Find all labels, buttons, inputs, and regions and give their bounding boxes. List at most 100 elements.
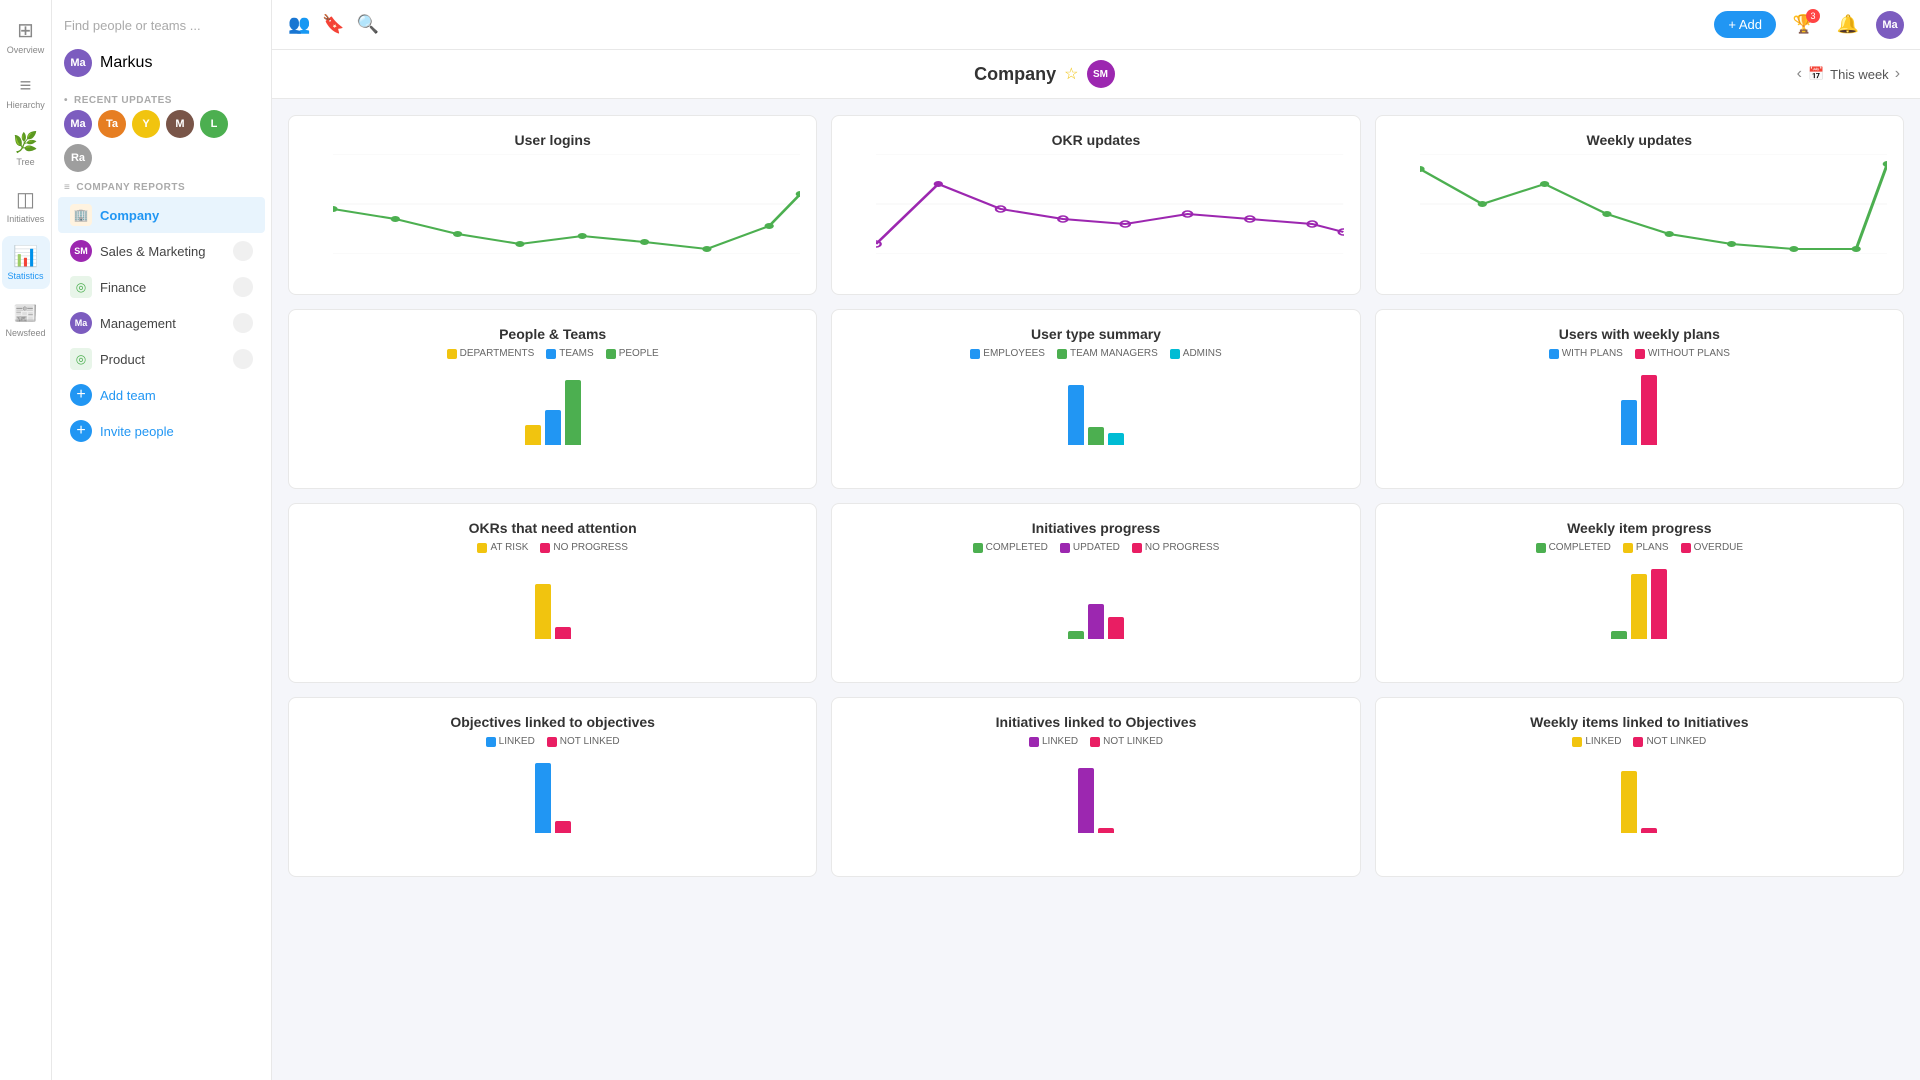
nav-overview[interactable]: ⊞ Overview bbox=[2, 10, 50, 63]
topbar: 👥 🔖 🔍 + Add 🏆 3 🔔 Ma bbox=[272, 0, 1920, 50]
add-button[interactable]: + Add bbox=[1714, 11, 1776, 38]
weekly-updates-title: Weekly updates bbox=[1392, 132, 1887, 148]
star-icon[interactable]: ☆ bbox=[1064, 64, 1078, 84]
topbar-left-icons: 👥 🔖 🔍 bbox=[288, 14, 379, 35]
next-week-button[interactable]: › bbox=[1895, 65, 1900, 83]
sidebar-user: Ma Markus bbox=[52, 41, 271, 85]
objectives-linked-card: Objectives linked to objectives LINKED N… bbox=[288, 697, 817, 877]
invite-people-icon: + bbox=[70, 420, 92, 442]
search-icon[interactable]: 🔍 bbox=[357, 14, 379, 35]
management-avatar: Ma bbox=[70, 312, 92, 334]
weekly-linked-bar bbox=[1621, 771, 1637, 833]
nav-newsfeed-label: Newsfeed bbox=[5, 328, 45, 338]
objectives-linked-title: Objectives linked to objectives bbox=[305, 714, 800, 730]
avatar-ma[interactable]: Ma bbox=[64, 110, 92, 138]
nav-statistics-label: Statistics bbox=[7, 271, 43, 281]
users-weekly-plans-chart bbox=[1392, 369, 1887, 449]
avatar-m[interactable]: M bbox=[166, 110, 194, 138]
sidebar-item-product[interactable]: ◎ Product bbox=[58, 341, 265, 377]
users-weekly-plans-title: Users with weekly plans bbox=[1392, 326, 1887, 342]
nav-newsfeed[interactable]: 📰 Newsfeed bbox=[2, 293, 50, 346]
product-label: Product bbox=[100, 352, 145, 367]
okrs-attention-chart bbox=[305, 563, 800, 643]
sidebar: Find people or teams ... Ma Markus • REC… bbox=[52, 0, 272, 1080]
avatar-y[interactable]: Y bbox=[132, 110, 160, 138]
user-avatar: Ma bbox=[64, 49, 92, 77]
page-title: Company bbox=[974, 64, 1056, 85]
no-progress-bar bbox=[555, 627, 571, 639]
search-input[interactable]: Find people or teams ... bbox=[52, 10, 271, 41]
bookmark-icon[interactable]: 🔖 bbox=[322, 14, 344, 35]
prev-week-button[interactable]: ‹ bbox=[1797, 65, 1802, 83]
add-team-button[interactable]: + Add team bbox=[58, 377, 265, 413]
user-logins-title: User logins bbox=[305, 132, 800, 148]
finance-icon: ◎ bbox=[70, 276, 92, 298]
trophy-button[interactable]: 🏆 3 bbox=[1788, 9, 1820, 41]
nav-initiatives-label: Initiatives bbox=[7, 214, 45, 224]
init-not-linked-bar bbox=[1098, 828, 1114, 833]
statistics-icon: 📊 bbox=[13, 244, 38, 269]
obj-linked-bar bbox=[535, 763, 551, 833]
invite-people-button[interactable]: + Invite people bbox=[58, 413, 265, 449]
with-plans-bar bbox=[1621, 400, 1637, 445]
weekly-item-progress-chart bbox=[1392, 563, 1887, 643]
user-logins-chart bbox=[333, 154, 800, 254]
sidebar-item-management[interactable]: Ma Management bbox=[58, 305, 265, 341]
sidebar-item-sales-marketing[interactable]: SM Sales & Marketing bbox=[58, 233, 265, 269]
user-logins-card: User logins 4924.50 bbox=[288, 115, 817, 295]
initiatives-linked-legend: LINKED NOT LINKED bbox=[848, 736, 1343, 747]
avatar-ta[interactable]: Ta bbox=[98, 110, 126, 138]
calendar-icon: 📅 bbox=[1808, 66, 1824, 82]
company-avatar: SM bbox=[1087, 60, 1115, 88]
okrs-attention-card: OKRs that need attention AT RISK NO PROG… bbox=[288, 503, 817, 683]
at-risk-bar bbox=[535, 584, 551, 639]
initiatives-progress-legend: COMPLETED UPDATED NO PROGRESS bbox=[848, 542, 1343, 553]
sidebar-item-finance[interactable]: ◎ Finance bbox=[58, 269, 265, 305]
weekly-item-progress-card: Weekly item progress COMPLETED PLANS OVE… bbox=[1375, 503, 1904, 683]
avatar-l[interactable]: L bbox=[200, 110, 228, 138]
notifications-button[interactable]: 🔔 bbox=[1832, 9, 1864, 41]
objectives-linked-legend: LINKED NOT LINKED bbox=[305, 736, 800, 747]
people-bar bbox=[565, 380, 581, 445]
initiatives-linked-card: Initiatives linked to Objectives LINKED … bbox=[831, 697, 1360, 877]
company-icon: 🏢 bbox=[70, 204, 92, 226]
initiatives-icon: ◫ bbox=[16, 187, 35, 212]
finance-label: Finance bbox=[100, 280, 146, 295]
weekly-item-progress-legend: COMPLETED PLANS OVERDUE bbox=[1392, 542, 1887, 553]
user-type-legend: EMPLOYEES TEAM MANAGERS ADMINS bbox=[848, 348, 1343, 359]
product-icon: ◎ bbox=[70, 348, 92, 370]
weekly-items-linked-legend: LINKED NOT LINKED bbox=[1392, 736, 1887, 747]
updated-bar bbox=[1088, 604, 1104, 639]
user-type-chart bbox=[848, 369, 1343, 449]
nav-statistics[interactable]: 📊 Statistics bbox=[2, 236, 50, 289]
user-menu-avatar[interactable]: Ma bbox=[1876, 11, 1904, 39]
company-label: Company bbox=[100, 208, 159, 223]
initiatives-progress-card: Initiatives progress COMPLETED UPDATED N… bbox=[831, 503, 1360, 683]
admins-bar bbox=[1108, 433, 1124, 445]
dashboard: User logins 4924.50 bbox=[272, 99, 1920, 1080]
people-teams-card: People & Teams DEPARTMENTS TEAMS PEOPLE bbox=[288, 309, 817, 489]
nav-hierarchy-label: Hierarchy bbox=[6, 100, 45, 110]
nav-initiatives[interactable]: ◫ Initiatives bbox=[2, 179, 50, 232]
trophy-badge: 3 bbox=[1806, 9, 1820, 23]
topbar-right: + Add 🏆 3 🔔 Ma bbox=[1714, 9, 1904, 41]
weekly-item-progress-title: Weekly item progress bbox=[1392, 520, 1887, 536]
initiatives-progress-title: Initiatives progress bbox=[848, 520, 1343, 536]
people-teams-icon[interactable]: 👥 bbox=[288, 14, 310, 35]
week-navigation: ‹ 📅 This week › bbox=[1797, 65, 1900, 83]
okr-updates-card: OKR updates 5527.50 bbox=[831, 115, 1360, 295]
nav-tree-label: Tree bbox=[16, 157, 34, 167]
objectives-linked-chart bbox=[305, 757, 800, 837]
nav-tree[interactable]: 🌿 Tree bbox=[2, 122, 50, 175]
add-team-icon: + bbox=[70, 384, 92, 406]
okr-updates-chart bbox=[876, 154, 1343, 254]
sidebar-item-company[interactable]: 🏢 Company bbox=[58, 197, 265, 233]
management-label: Management bbox=[100, 316, 176, 331]
avatar-ra[interactable]: Ra bbox=[64, 144, 92, 172]
weekly-updates-chart bbox=[1420, 154, 1887, 254]
hierarchy-icon: ≡ bbox=[20, 75, 32, 98]
nav-hierarchy[interactable]: ≡ Hierarchy bbox=[2, 67, 50, 118]
username-label: Markus bbox=[100, 54, 152, 72]
weekly-items-linked-chart bbox=[1392, 757, 1887, 837]
newsfeed-icon: 📰 bbox=[13, 301, 38, 326]
